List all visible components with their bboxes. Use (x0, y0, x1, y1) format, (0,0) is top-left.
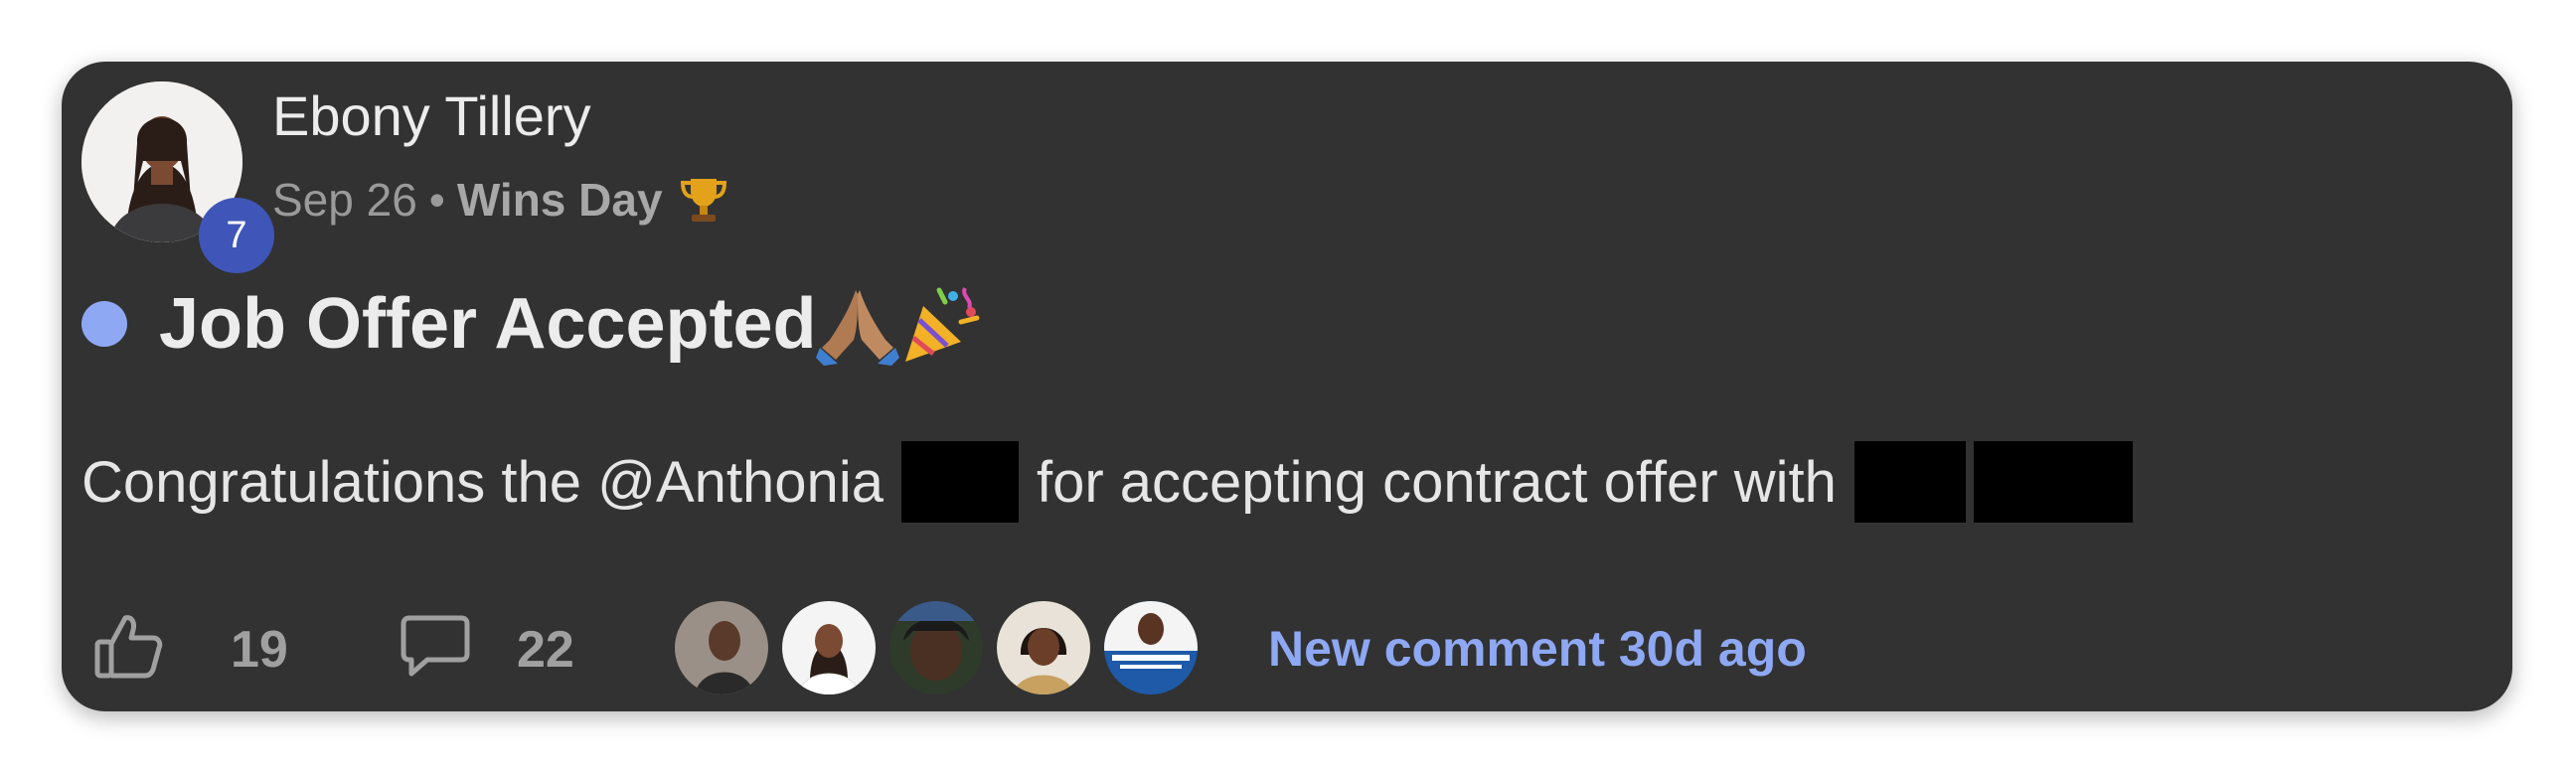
post-category[interactable]: Wins Day (457, 173, 663, 227)
post-card[interactable]: 7 Ebony Tillery Sep 26 • Wins Day Job Of… (62, 62, 2512, 711)
commenter-avatar[interactable] (994, 598, 1093, 697)
author-avatar-wrap[interactable]: 7 (81, 81, 274, 273)
post-footer: 19 22 New comment 30d ago (81, 598, 2487, 697)
post-date[interactable]: Sep 26 (272, 173, 417, 227)
comment-icon[interactable] (398, 608, 473, 684)
meta-separator: • (428, 174, 445, 226)
commenter-avatar[interactable] (886, 598, 986, 697)
like-count[interactable]: 19 (231, 620, 288, 680)
author-name[interactable]: Ebony Tillery (272, 83, 591, 148)
commenter-avatars[interactable] (672, 598, 1208, 697)
post-body-text-start: Congratulations the @Anthonia (81, 449, 884, 515)
new-comment-link[interactable]: New comment 30d ago (1268, 620, 1807, 678)
post-body-text-middle: for accepting contract offer with (1036, 449, 1837, 515)
praying-hands-icon (816, 282, 900, 366)
redacted-block (1973, 441, 2133, 523)
post-title-row[interactable]: Job Offer Accepted (81, 282, 983, 366)
thumbs-up-icon[interactable] (91, 608, 167, 684)
post-title[interactable]: Job Offer Accepted (159, 283, 816, 365)
commenter-avatar[interactable] (1101, 598, 1201, 697)
commenter-avatar[interactable] (672, 598, 771, 697)
trophy-icon (677, 173, 730, 227)
party-popper-icon (899, 282, 983, 366)
level-badge: 7 (199, 198, 274, 273)
commenter-avatar[interactable] (779, 598, 879, 697)
post-meta: Sep 26 • Wins Day (272, 173, 730, 227)
post-body[interactable]: Congratulations the @Anthonia for accept… (81, 441, 2133, 523)
redacted-block (1853, 441, 1966, 523)
comment-count[interactable]: 22 (517, 620, 574, 680)
redacted-block (900, 441, 1019, 523)
unread-indicator (81, 301, 127, 347)
